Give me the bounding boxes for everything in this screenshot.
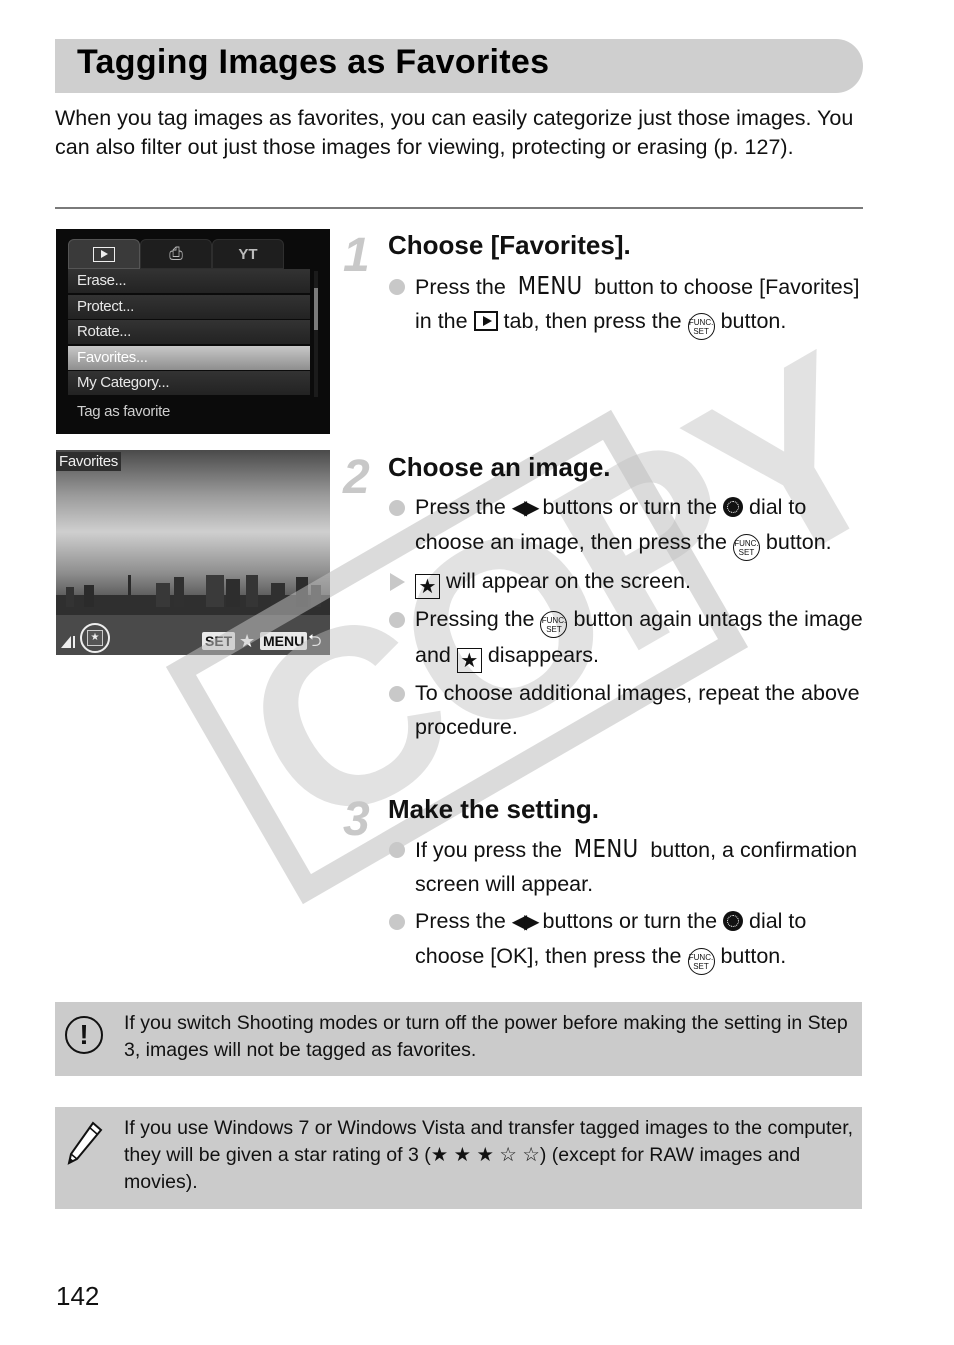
left-right-buttons-icon: ◀▶ <box>511 497 540 519</box>
bullet-item: Press the ◀▶ buttons or turn the dial to… <box>388 904 868 975</box>
func-set-button-icon: FUNC. SET <box>687 948 715 975</box>
step-2-bullets: Press the ◀▶ buttons or turn the dial to… <box>388 490 868 744</box>
back-arrow-icon: ⮌ <box>308 631 322 650</box>
dot-bullet-icon <box>389 686 405 702</box>
scrollbar <box>314 271 318 397</box>
camera-menu-item: Protect... <box>68 294 310 319</box>
memo-note: If you use Windows 7 or Windows Vista an… <box>55 1107 862 1209</box>
func-set-button-icon: FUNC. SET <box>540 611 568 638</box>
favorite-star-icon: ★ <box>415 574 440 599</box>
play-icon <box>93 246 115 262</box>
caution-icon: ! <box>65 1016 103 1054</box>
memo-text: If you use Windows 7 or Windows Vista an… <box>124 1117 854 1193</box>
caution-text: If you switch Shooting modes or turn off… <box>124 1012 848 1061</box>
bullet-item: If you press the MENU button, a confirma… <box>388 832 868 901</box>
settings-tab: YT <box>212 239 284 269</box>
step-3-bullets: If you press the MENU button, a confirma… <box>388 832 868 975</box>
pencil-icon <box>67 1121 103 1165</box>
step-2-title: Choose an image. <box>388 452 611 482</box>
left-right-buttons-icon: ◀▶ <box>511 911 540 933</box>
print-tab: ⎙ <box>140 239 212 269</box>
menu-tabs: ⎙ YT <box>68 239 313 269</box>
step-3-title: Make the setting. <box>388 794 599 824</box>
bullet-item: Pressing the FUNC. SET button again untag… <box>388 602 868 673</box>
scrollbar-thumb <box>314 288 318 330</box>
menu-button-icon: MENU <box>573 834 639 863</box>
dot-bullet-icon <box>389 279 405 295</box>
dot-bullet-icon <box>389 612 405 628</box>
step-1-number: 1 <box>343 229 370 282</box>
intro-paragraph: When you tag images as favorites, you ca… <box>55 106 854 159</box>
control-dial-icon <box>723 497 744 517</box>
page-title: Tagging Images as Favorites <box>77 43 550 81</box>
playback-tab <box>68 239 140 269</box>
func-set-button-icon: FUNC. SET <box>732 534 760 561</box>
bullet-item: Press the ◀▶ buttons or turn the dial to… <box>388 490 868 561</box>
dot-bullet-icon <box>389 500 405 516</box>
step-1-bullets: Press the MENU button to choose [Favorit… <box>388 269 868 340</box>
camera-image-screenshot: Favorites ★ SET ★ MENU ⮌ <box>56 450 330 655</box>
battery-icon <box>61 636 75 648</box>
camera-menu-item: Erase... <box>68 269 310 293</box>
camera-menu-item: Rotate... <box>68 320 310 344</box>
camera-menu-screenshot: ⎙ YT Erase... Protect... Rotate... Favorite… <box>56 229 330 434</box>
section-title-bar: Tagging Images as Favorites <box>55 39 863 93</box>
menu-button-label: MENU <box>260 632 308 650</box>
step-2-number: 2 <box>343 451 370 504</box>
camera-menu-item: Favorites... <box>68 345 310 370</box>
step-3-number: 3 <box>343 793 370 846</box>
caution-note: ! If you switch Shooting modes or turn o… <box>55 1002 862 1076</box>
bullet-item: To choose additional images, repeat the … <box>388 676 868 744</box>
camera-menu-list: Erase... Protect... Rotate... Favorites... M… <box>68 269 310 397</box>
star-icon: ★ <box>239 631 256 651</box>
set-button-label: SET <box>202 632 236 650</box>
dot-bullet-icon <box>389 914 405 930</box>
favorite-star-icon: ★ <box>456 648 482 673</box>
star-box-icon: ★ <box>87 630 103 646</box>
menu-hint: Tag as favorite <box>77 403 171 420</box>
func-set-button-icon: FUNC. SET <box>687 313 715 340</box>
dot-bullet-icon <box>389 842 405 858</box>
divider <box>55 207 863 209</box>
favorite-indicator: ★ <box>80 623 110 653</box>
step-1-title: Choose [Favorites]. <box>388 230 631 260</box>
control-dial-icon <box>723 911 744 931</box>
city-skyline <box>56 575 330 620</box>
page-number: 142 <box>56 1281 100 1311</box>
screen-label: Favorites <box>56 452 121 471</box>
camera-menu-item: My Category... <box>68 371 310 395</box>
print-icon: ⎙ <box>169 244 183 263</box>
wrench-icon: YT <box>238 245 258 263</box>
arrow-bullet-icon <box>390 573 405 591</box>
result-item: ★ will appear on the screen. <box>388 564 868 599</box>
bullet-item: Press the MENU button to choose [Favorit… <box>388 269 868 340</box>
menu-button-icon: MENU <box>517 271 583 300</box>
playback-tab-icon <box>473 311 498 331</box>
